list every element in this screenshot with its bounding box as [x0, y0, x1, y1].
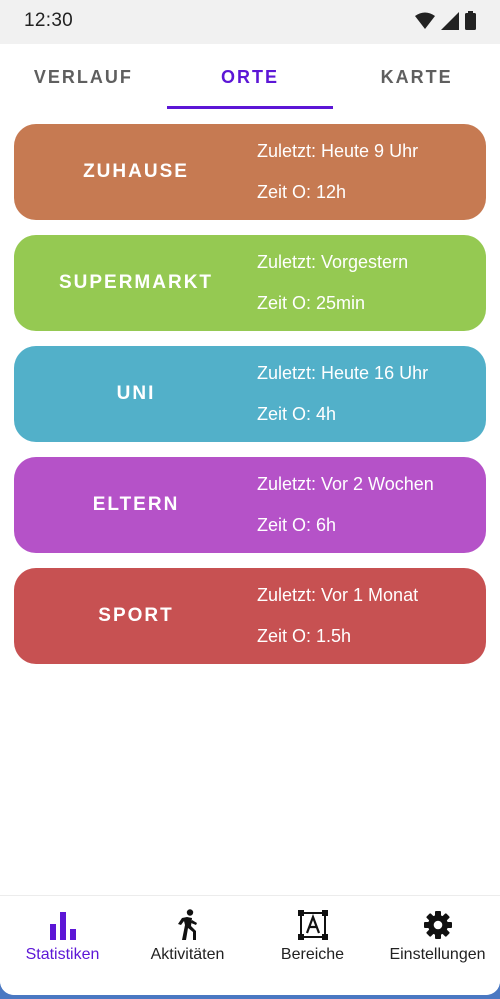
nav-aktivitaeten[interactable]: Aktivitäten [125, 896, 250, 995]
nav-statistiken[interactable]: Statistiken [0, 896, 125, 995]
place-last-visit: Zuletzt: Vor 2 Wochen [257, 474, 434, 494]
place-time-spent: Zeit O: 6h [257, 515, 337, 535]
place-last-visit: Zuletzt: Vorgestern [257, 252, 409, 272]
place-time-spent: Zeit O: 25min [257, 293, 366, 313]
place-name: SUPERMARKT [58, 272, 214, 293]
walking-person-icon [176, 908, 200, 942]
place-name: UNI [116, 383, 156, 404]
status-bar: 12:30 [0, 0, 500, 44]
place-name: ELTERN [92, 494, 180, 515]
tab-bar: VERLAUF ORTE KARTE [0, 44, 500, 110]
place-time-spent: Zeit O: 1.5h [257, 626, 352, 646]
place-card-uni[interactable]: UNI Zuletzt: Heute 16 Uhr Zeit O: 4h [14, 346, 486, 442]
place-card-zuhause[interactable]: ZUHAUSE Zuletzt: Heute 9 Uhr Zeit O: 12h [14, 124, 486, 220]
tab-verlauf[interactable]: VERLAUF [0, 44, 167, 110]
place-card-supermarkt[interactable]: SUPERMARKT Zuletzt: Vorgestern Zeit O: 2… [14, 235, 486, 331]
place-card-sport[interactable]: SPORT Zuletzt: Vor 1 Monat Zeit O: 1.5h [14, 568, 486, 664]
nav-label: Aktivitäten [150, 946, 225, 963]
wifi-icon [415, 12, 435, 29]
nav-label: Statistiken [25, 946, 100, 963]
tab-orte[interactable]: ORTE [166, 44, 334, 110]
bar-chart-icon [48, 908, 78, 942]
tab-karte[interactable]: KARTE [333, 44, 500, 110]
place-time-spent: Zeit O: 4h [257, 404, 337, 424]
app-screen: 12:30 VERLAUF ORTE KARTE ZUHAUSE Zuletzt… [0, 0, 500, 995]
battery-icon [465, 11, 476, 30]
nav-label: Bereiche [280, 946, 345, 963]
text-select-icon [297, 908, 328, 942]
bottom-navigation: Statistiken Aktivitäten Bereiche Einstel… [0, 895, 500, 995]
place-card-eltern[interactable]: ELTERN Zuletzt: Vor 2 Wochen Zeit O: 6h [14, 457, 486, 553]
place-time-spent: Zeit O: 12h [257, 182, 347, 202]
gear-icon [423, 908, 453, 942]
nav-label: Einstellungen [389, 946, 486, 963]
nav-bereiche[interactable]: Bereiche [250, 896, 375, 995]
place-last-visit: Zuletzt: Heute 16 Uhr [257, 363, 429, 383]
status-icons [415, 11, 476, 30]
place-name: SPORT [98, 605, 174, 626]
place-last-visit: Zuletzt: Heute 9 Uhr [257, 141, 419, 161]
nav-einstellungen[interactable]: Einstellungen [375, 896, 500, 995]
place-last-visit: Zuletzt: Vor 1 Monat [257, 585, 419, 605]
place-name: ZUHAUSE [83, 161, 189, 182]
places-list: ZUHAUSE Zuletzt: Heute 9 Uhr Zeit O: 12h… [14, 124, 486, 679]
cell-signal-icon [441, 11, 459, 30]
status-time: 12:30 [24, 10, 74, 31]
